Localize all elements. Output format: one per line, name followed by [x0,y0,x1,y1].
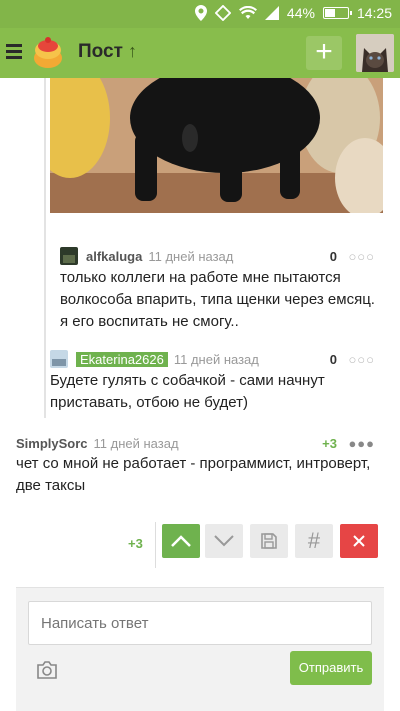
divider [155,522,156,568]
wifi-icon [238,6,257,19]
comment-score: 0 [329,351,337,367]
puppy-image-icon [50,78,383,213]
thread-line [44,78,46,418]
app-bar: Пост ↑ + [0,28,400,78]
downvote-button[interactable] [205,524,243,558]
comment: Ekaterina2626 11 дней назад 0 ○○○ Будете… [50,350,375,414]
more-icon[interactable]: ●●● [348,436,375,451]
comment: SimplySorc 11 дней назад +3 ●●● чет со м… [16,436,375,497]
chevron-up-icon [171,535,191,547]
signal-icon [264,6,279,20]
comment: alfkaluga 11 дней назад 0 ○○○ только кол… [60,247,375,333]
comment-username[interactable]: alfkaluga [86,249,142,264]
more-icon[interactable]: ○○○ [348,352,375,367]
user-avatar-icon[interactable] [60,247,78,265]
link-button[interactable]: # [295,524,333,558]
battery-icon [322,7,352,19]
comment-text: чет со мной не работает - программист, и… [16,455,371,494]
camera-icon[interactable] [36,660,58,680]
reply-input[interactable] [28,601,372,645]
clock: 14:25 [356,5,392,21]
reply-box: Отправить [16,587,384,711]
menu-icon[interactable] [6,44,22,59]
close-icon [353,535,365,547]
comment-score: +3 [322,436,337,451]
page-title: Пост [78,41,123,62]
cat-avatar-icon [356,34,394,72]
arrow-up-icon[interactable]: ↑ [128,41,137,62]
avatar[interactable] [356,34,394,72]
floppy-icon [261,533,277,549]
close-button[interactable] [340,524,378,558]
rotation-icon [214,5,231,21]
add-button[interactable]: + [306,36,342,70]
post-image[interactable] [50,78,383,213]
hash-icon: # [307,528,321,553]
status-bar: 44% 14:25 [0,0,400,28]
comment-username[interactable]: SimplySorc [16,436,88,451]
location-icon [194,5,207,21]
comment-actions: +3 # [0,520,400,570]
comment-text: только коллеги на работе мне пытаются во… [60,269,375,330]
send-button[interactable]: Отправить [290,651,372,685]
more-icon[interactable]: ○○○ [348,249,375,264]
chevron-down-icon [214,535,234,547]
comment-time: 11 дней назад [93,436,179,451]
action-score: +3 [128,536,143,551]
user-avatar-icon[interactable] [50,350,68,368]
upvote-button[interactable] [162,524,200,558]
save-button[interactable] [250,524,288,558]
comment-username[interactable]: Ekaterina2626 [76,351,168,367]
comment-time: 11 дней назад [173,351,259,367]
comment-score: 0 [329,248,337,264]
comment-text: Будете гулять с собачкой - сами начнут п… [50,372,325,411]
logo-icon[interactable] [30,34,66,70]
battery-percent: 44% [286,5,315,21]
comments-feed[interactable]: alfkaluga 11 дней назад 0 ○○○ только кол… [0,78,400,711]
comment-time: 11 дней назад [148,248,234,264]
